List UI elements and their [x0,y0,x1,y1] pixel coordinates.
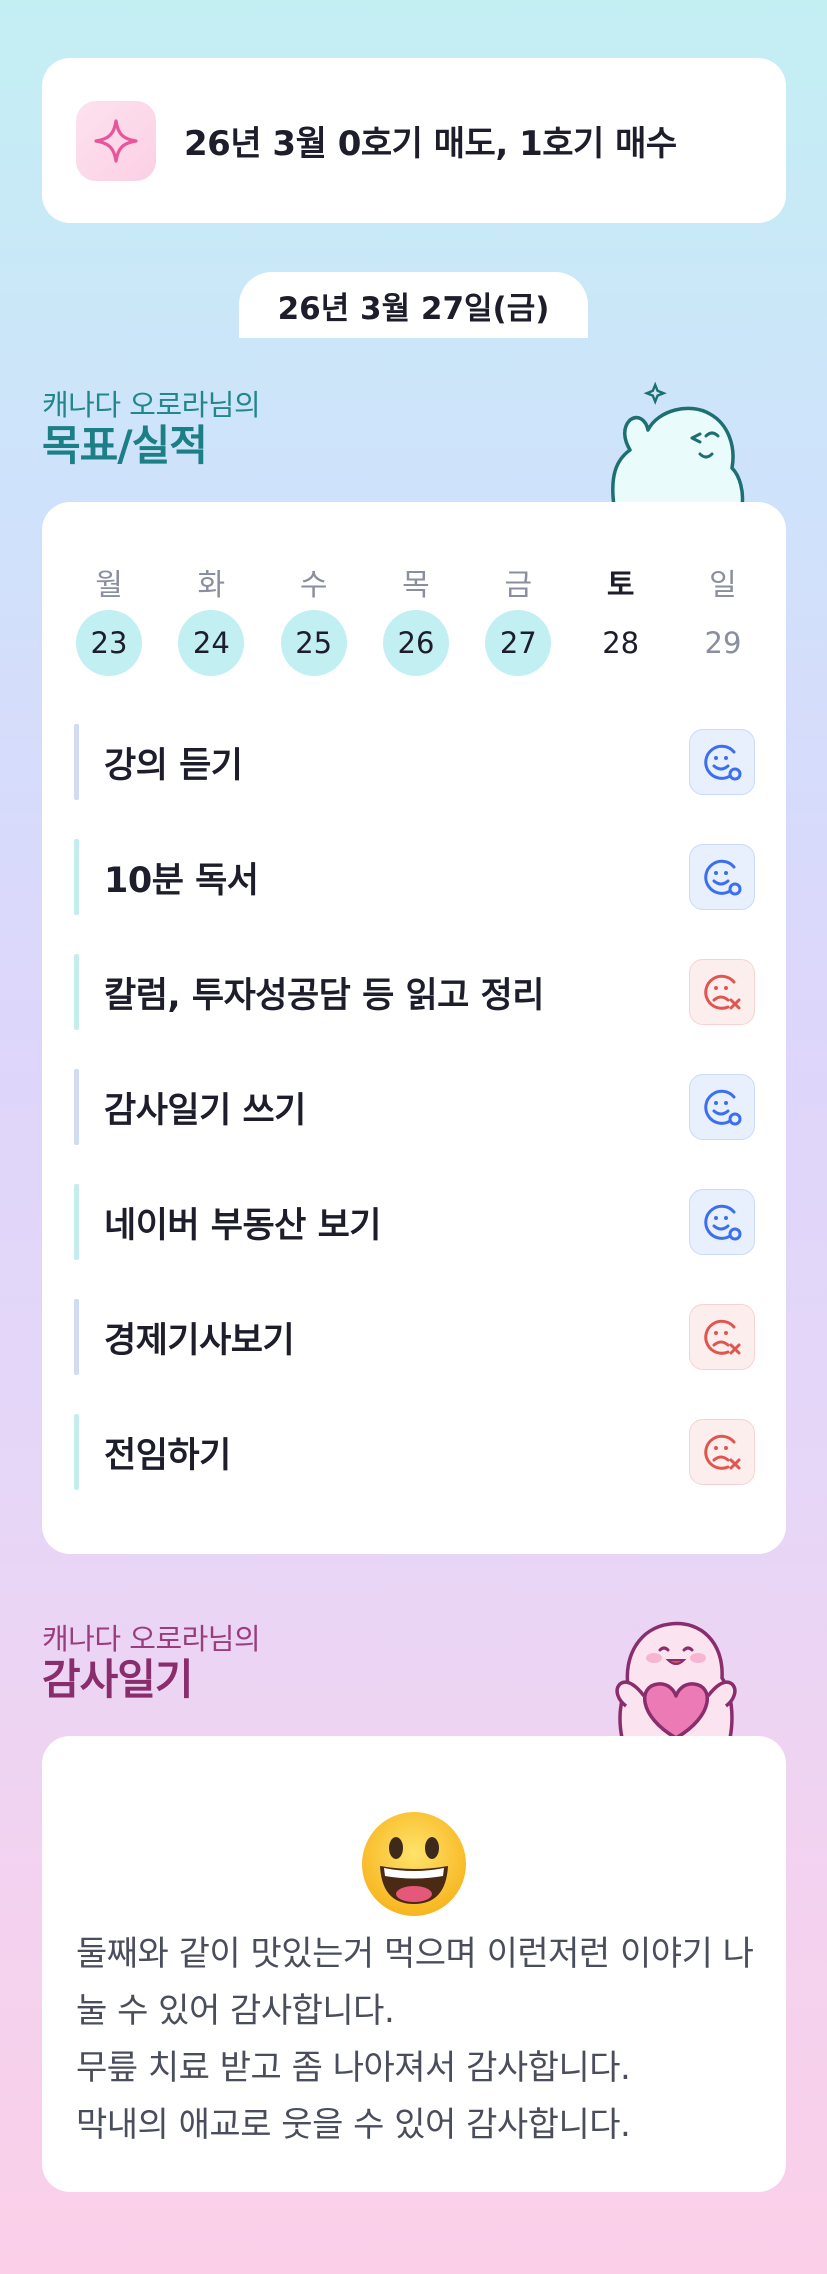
diary-section-title: 감사일기 [42,1655,194,1704]
status-missed-button[interactable] [689,1419,755,1485]
task-row[interactable]: 10분 독서 [74,839,755,915]
date-29[interactable]: 29 [690,610,756,676]
task-row[interactable]: 경제기사보기 [74,1299,755,1375]
smile-check-icon [704,744,742,781]
task-label: 경제기사보기 [104,1320,295,1361]
goals-section-title: 목표/실적 [42,421,208,470]
weekday-fri: 금 [504,568,533,603]
status-done-button[interactable] [689,844,755,910]
status-done-button[interactable] [689,729,755,795]
smile-check-icon [704,1204,742,1241]
goal-text: 26년 3월 0호기 매도, 1호기 매수 [184,124,677,164]
weekday-sun: 일 [709,568,737,603]
gratitude-diary-card: 둘째와 같이 맛있는거 먹으며 이런저런 이야기 나눌 수 있어 감사합니다. … [42,1736,786,2192]
task-row[interactable]: 네이버 부동산 보기 [74,1184,755,1260]
task-row[interactable]: 강의 듣기 [74,724,755,800]
task-label: 칼럼, 투자성공담 등 읽고 정리 [104,975,544,1016]
status-missed-button[interactable] [689,959,755,1025]
frown-x-icon [704,1319,741,1355]
weekday-mon: 월 [95,568,123,603]
diary-entry-text: 둘째와 같이 맛있는거 먹으며 이런저런 이야기 나눌 수 있어 감사합니다. … [76,1934,754,2145]
task-row[interactable]: 전임하기 [74,1414,755,1490]
weekday-tue: 화 [197,568,226,603]
goal-banner[interactable]: 26년 3월 0호기 매도, 1호기 매수 [42,58,786,223]
task-label: 전임하기 [104,1435,231,1476]
smile-check-icon [704,1089,742,1126]
frown-x-icon [704,974,741,1010]
date-row: 23 24 25 26 27 28 29 [76,610,756,676]
status-done-button[interactable] [689,1189,755,1255]
grinning-face-icon [362,1812,466,1916]
weekday-wed: 수 [299,568,328,603]
task-row[interactable]: 감사일기 쓰기 [74,1069,755,1145]
date-27[interactable]: 27 [485,610,552,676]
date-label: 26년 3월 27일(금) [239,272,588,338]
task-label: 10분 독서 [104,860,259,901]
frown-x-icon [704,1434,741,1470]
goals-card: 월 화 수 목 금 토 일 23 24 25 26 27 28 29 강의 듣기… [42,502,786,1554]
weekday-row: 월 화 수 목 금 토 일 [76,560,756,604]
task-row[interactable]: 칼럼, 투자성공담 등 읽고 정리 [74,954,755,1030]
task-label: 네이버 부동산 보기 [104,1205,381,1246]
date-25[interactable]: 25 [280,610,347,676]
mascot-thumbs-up-icon [611,381,745,506]
date-23[interactable]: 23 [76,610,142,676]
weekday-sat: 토 [606,568,635,603]
date-24[interactable]: 24 [178,610,245,676]
date-26[interactable]: 26 [382,610,449,676]
mascot-heart-icon [615,1621,737,1738]
smile-check-icon [704,859,742,896]
task-label: 강의 듣기 [104,745,243,786]
sparkle-icon [76,100,156,181]
task-label: 감사일기 쓰기 [104,1090,306,1131]
status-missed-button[interactable] [689,1304,755,1370]
date-28[interactable]: 28 [588,610,654,676]
weekday-thu: 목 [402,568,430,603]
status-done-button[interactable] [689,1074,755,1140]
